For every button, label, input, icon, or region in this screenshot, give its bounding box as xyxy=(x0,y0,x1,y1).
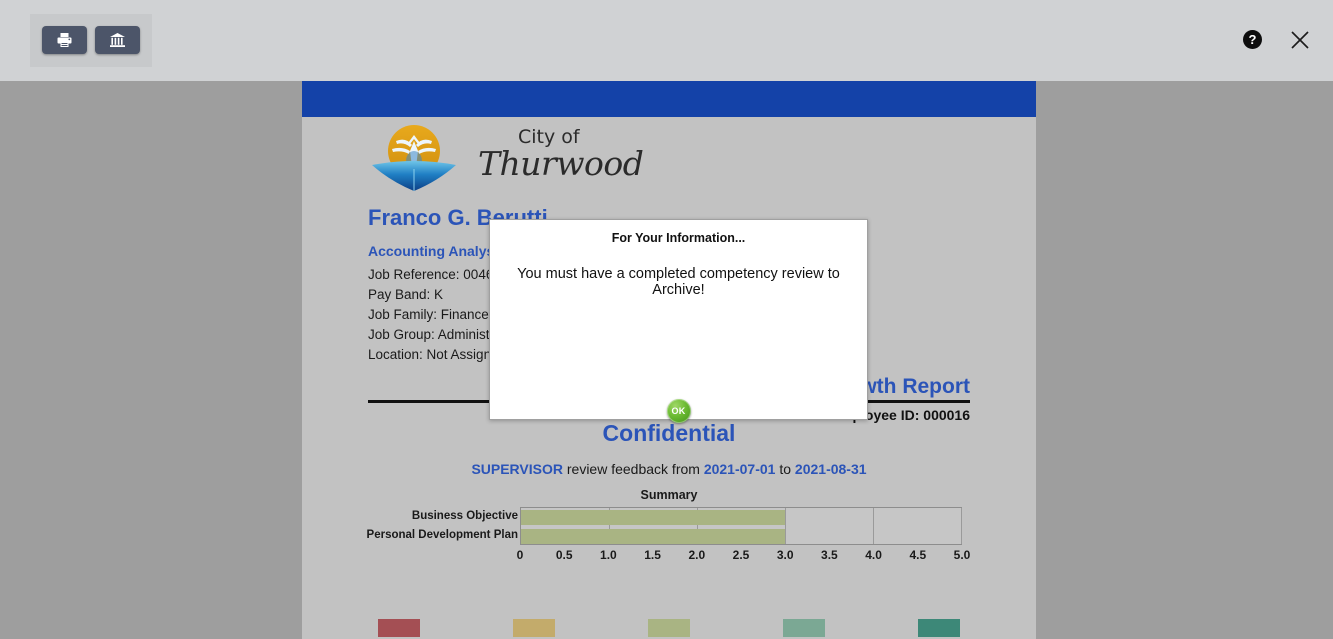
confidential-label: Confidential xyxy=(602,420,736,446)
chart-tick-label: 0 xyxy=(516,548,524,562)
city-seal-icon xyxy=(368,121,460,193)
job-detail-line: Job Family: Finance / xyxy=(368,307,497,322)
archive-button[interactable] xyxy=(95,26,140,54)
chart-tick-label: 0.5 xyxy=(555,548,573,562)
legend-swatch xyxy=(647,619,690,637)
chart-legend: UnsatisfactoryNeeds ImprovementFully Sat… xyxy=(332,619,1006,639)
legend-swatch xyxy=(782,619,825,637)
summary-chart: Business Objective Personal Development P… xyxy=(362,507,982,602)
chart-tick-label: 3.5 xyxy=(821,548,838,562)
job-detail-line: Pay Band: K xyxy=(368,287,444,302)
print-button[interactable] xyxy=(42,26,87,54)
chart-bar xyxy=(521,510,785,525)
chart-tick-label: 5.0 xyxy=(953,548,971,562)
legend-item: Strong xyxy=(736,619,871,639)
legend-item: Needs Improvement xyxy=(467,619,602,639)
chart-tick-label: 1.5 xyxy=(644,548,661,562)
help-icon[interactable]: ? xyxy=(1241,28,1263,50)
chart-tick-label: 1.0 xyxy=(600,548,617,562)
chart-category-labels: Business Objective Personal Development P… xyxy=(362,507,518,545)
svg-text:?: ? xyxy=(1248,32,1256,47)
print-icon xyxy=(56,32,73,48)
legend-swatch xyxy=(917,619,960,637)
review-date-to: 2021-08-31 xyxy=(794,461,867,477)
chart-tick-label: 3.0 xyxy=(776,548,794,562)
chart-tick-label: 2.0 xyxy=(688,548,706,562)
chart-tick-label: 2.5 xyxy=(732,548,750,562)
legend-swatch xyxy=(378,619,421,637)
job-details-block: Job Reference: 0046 Pay Band: K Job Family… xyxy=(368,265,496,365)
legend-item: Fully Satisfactory xyxy=(602,619,737,639)
job-detail-line: Location: Not Assign xyxy=(368,347,492,362)
review-text-1: review feedback from xyxy=(562,461,704,477)
review-role: SUPERVISOR xyxy=(471,461,563,477)
chart-plot-area xyxy=(520,507,962,545)
chart-bar-row xyxy=(521,527,961,546)
chart-bar-row xyxy=(521,508,961,527)
logo-city-name-text: Thurwood xyxy=(478,144,644,183)
review-text-2: to xyxy=(775,461,795,477)
toolbar-button-group xyxy=(30,14,152,67)
dialog-message: You must have a completed competency rev… xyxy=(517,266,840,298)
job-detail-line: Job Group: Administ xyxy=(368,327,490,342)
job-title: Accounting Analyst xyxy=(368,243,499,259)
dialog-ok-button[interactable]: OK xyxy=(666,399,691,423)
bank-building-icon xyxy=(109,32,126,48)
review-period-line: SUPERVISOR review feedback from 2021-07-… xyxy=(302,461,1036,477)
close-icon[interactable] xyxy=(1287,27,1313,53)
city-wordmark: City of Thurwood xyxy=(478,127,678,181)
information-dialog: For Your Information... You must have a … xyxy=(489,219,868,423)
chart-gridline xyxy=(961,508,962,544)
chart-bar xyxy=(521,529,785,544)
page-header-band xyxy=(302,81,1036,117)
job-detail-line: Job Reference: 0046 xyxy=(368,267,494,282)
legend-swatch xyxy=(513,619,556,637)
review-date-from: 2021-07-01 xyxy=(703,461,776,477)
legend-item: Unsatisfactory xyxy=(332,619,467,639)
legend-item: Outstanding xyxy=(871,619,1006,639)
chart-title: Summary xyxy=(640,488,698,502)
top-toolbar: ? xyxy=(0,0,1333,81)
chart-category-label: Business Objective xyxy=(411,510,518,522)
chart-tick-label: 4.5 xyxy=(909,548,927,562)
chart-tick-label: 4.0 xyxy=(865,548,882,562)
dialog-title: For Your Information... xyxy=(611,231,746,245)
chart-category-label: Personal Development Plan xyxy=(366,529,518,541)
chart-x-axis: 0 0.5 1.0 1.5 2.0 2.5 3.0 3.5 4.0 4.5 5.0 xyxy=(516,545,971,567)
